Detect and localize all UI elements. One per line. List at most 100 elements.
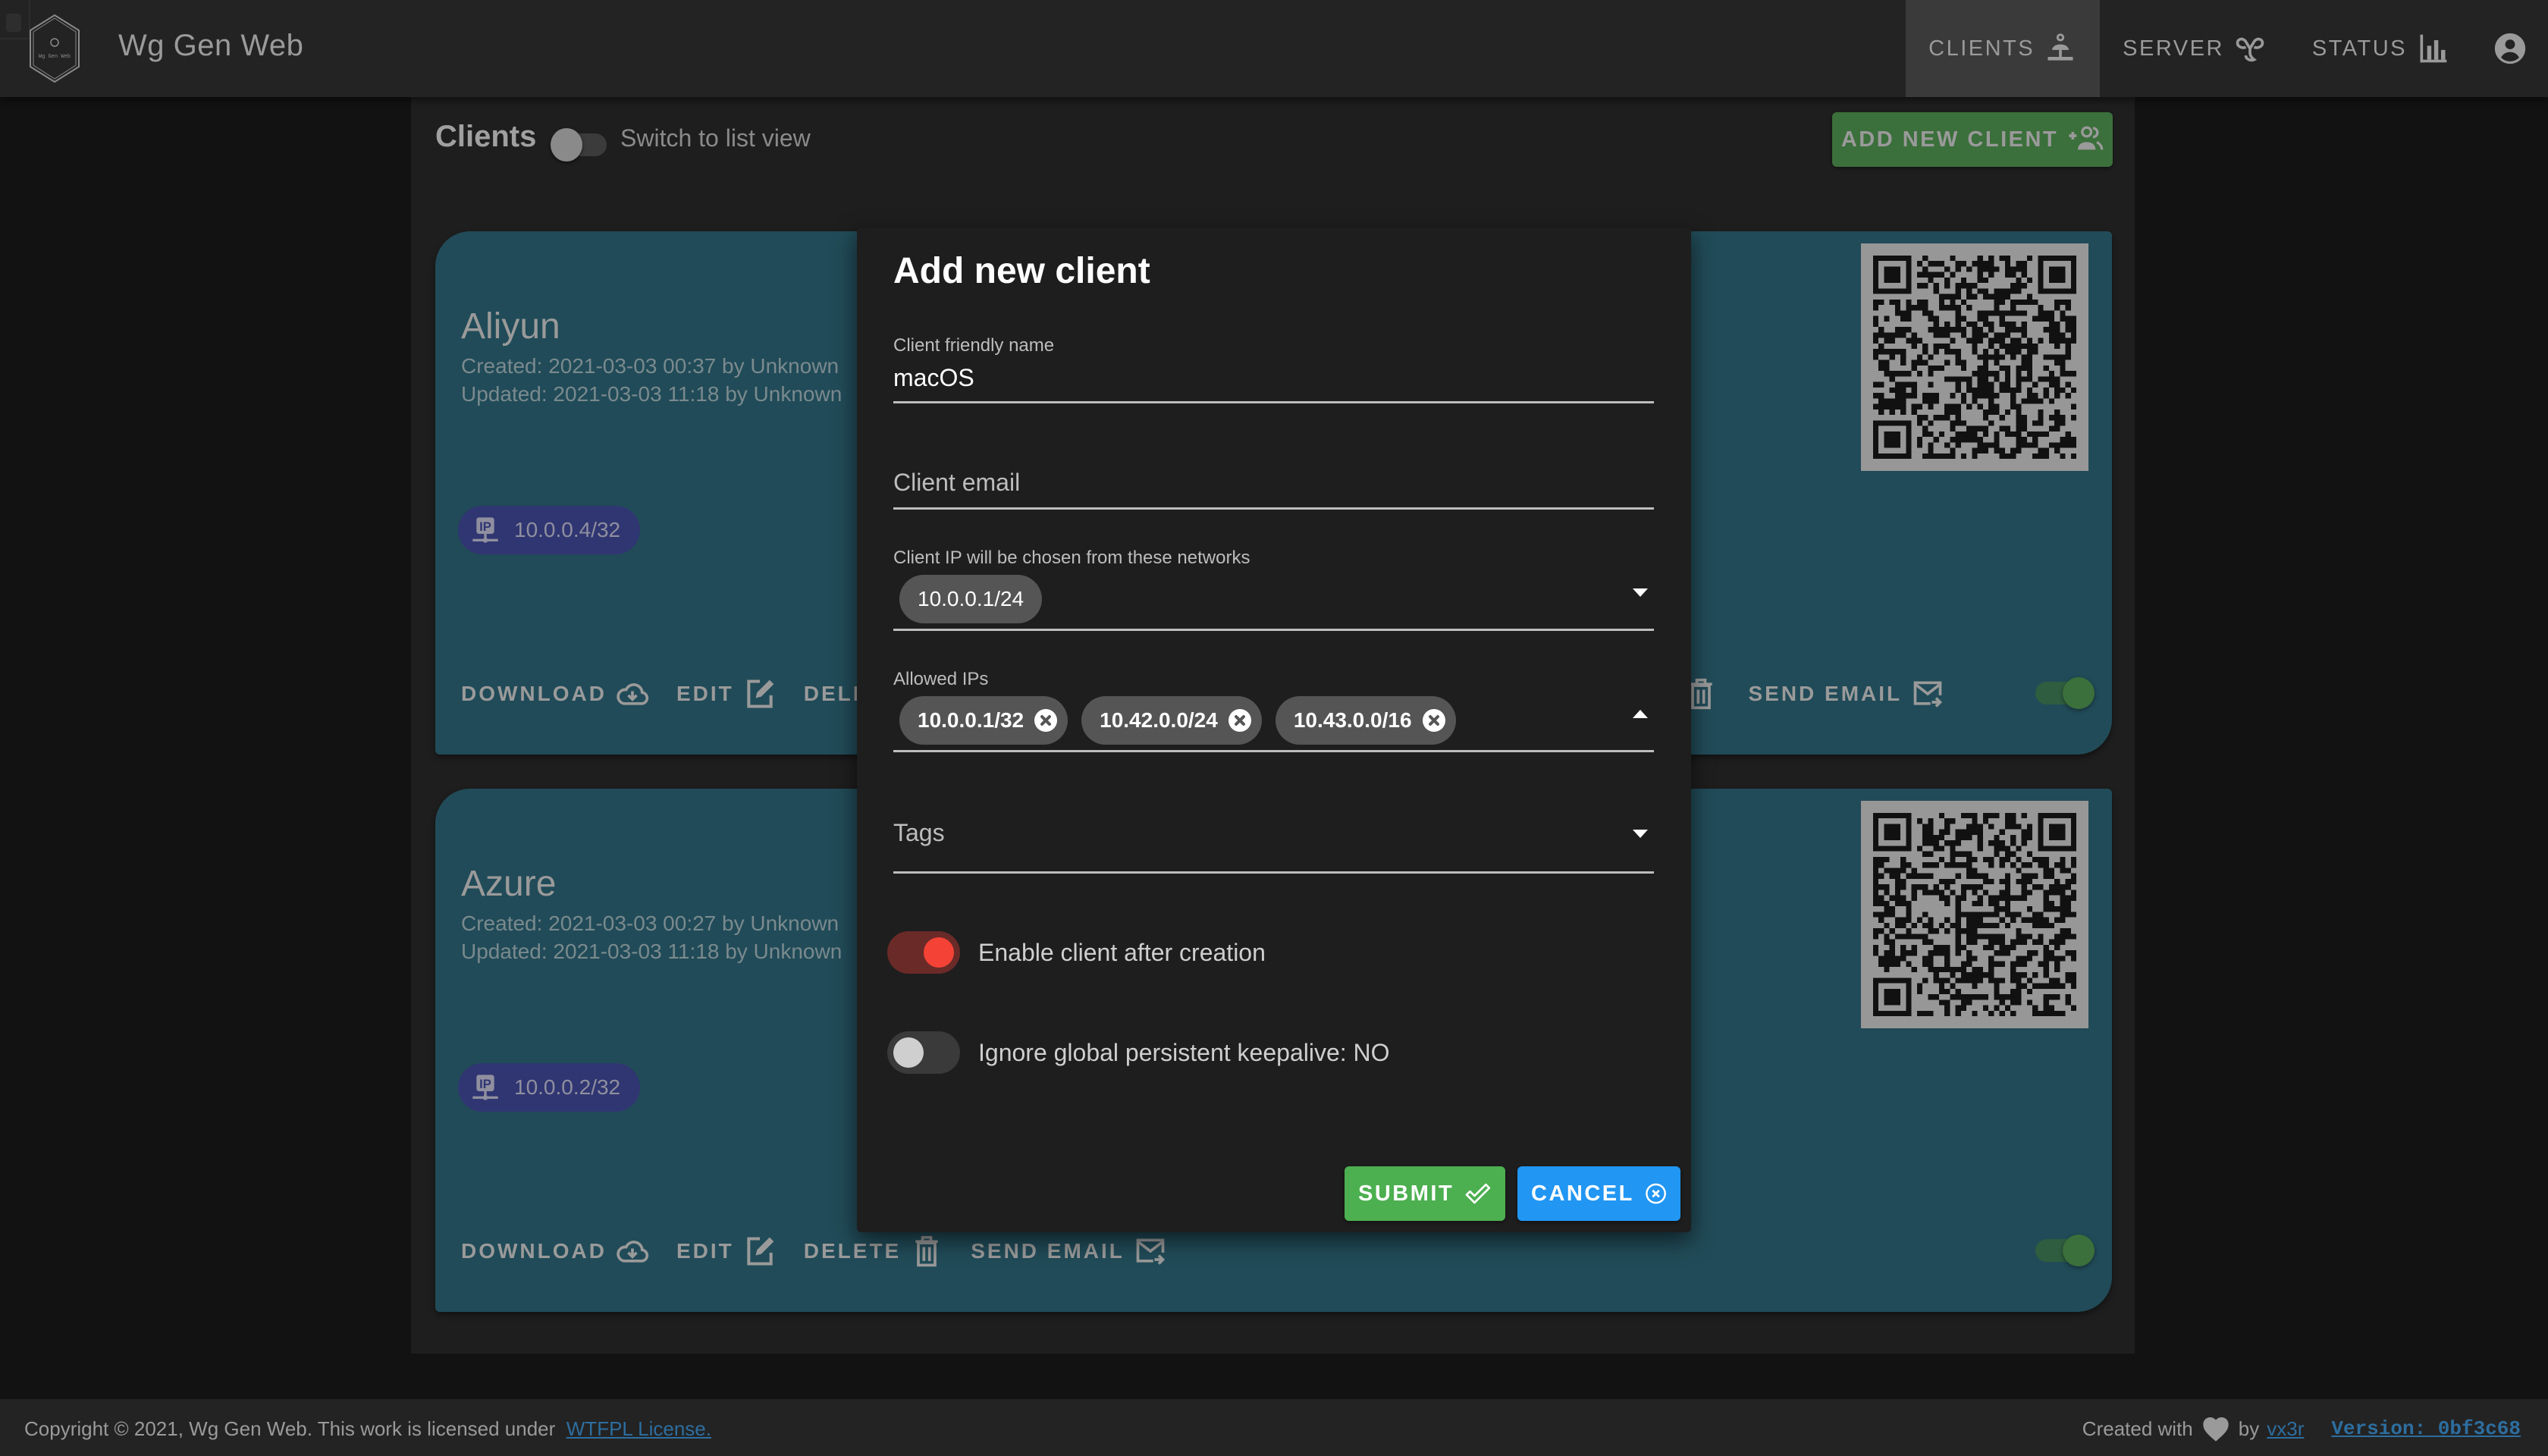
card-actions: DOWNLOAD EDIT DELETE SEND EMAIL: [461, 1227, 1167, 1276]
lan-icon: [2048, 33, 2073, 61]
client-networks-chips: 10.0.0.1/24: [899, 575, 1043, 623]
client-address: 10.0.0.2/32: [514, 1075, 621, 1099]
cancel-label: CANCEL: [1531, 1181, 1634, 1206]
allowed-ips-chips: 10.0.0.1/32 10.42.0.0/24 10.43.0.0/16: [899, 696, 1456, 745]
add-client-dialog: Add new client Client friendly name macO…: [857, 228, 1691, 1232]
version-link[interactable]: Version: 0bf3c68: [2331, 1417, 2521, 1440]
client-name-field[interactable]: Client friendly name macOS: [893, 334, 1654, 403]
page-title: Clients: [435, 120, 537, 153]
allowed-ips-select[interactable]: Allowed IPs 10.0.0.1/32 10.42.0.0/24 10.…: [893, 667, 1654, 752]
send-email-button[interactable]: SEND EMAIL: [1748, 677, 1944, 711]
app-bar: Wg Gen Web Wg Gen Web CLIENTS SERVER STA…: [0, 0, 2548, 97]
download-button[interactable]: DOWNLOAD: [461, 1235, 649, 1268]
created-with-text: Created with: [2082, 1417, 2193, 1440]
app-title: Wg Gen Web: [118, 29, 304, 62]
edit-label: EDIT: [676, 1239, 734, 1263]
footer-credits: Created with by vx3r Version: 0bf3c68: [2082, 1414, 2521, 1443]
submit-label: SUBMIT: [1358, 1181, 1454, 1206]
account-button[interactable]: [2472, 0, 2548, 97]
account-circle-icon: [2494, 33, 2526, 64]
chevron-up-icon[interactable]: [1633, 710, 1648, 718]
download-label: DOWNLOAD: [461, 682, 607, 705]
ip-network-icon: IP: [472, 1075, 498, 1100]
list-view-switch[interactable]: [551, 123, 607, 168]
client-networks-label: Client IP will be chosen from these netw…: [893, 548, 1250, 568]
cloud-download-icon: [617, 683, 649, 705]
close-circle-icon[interactable]: [1228, 709, 1251, 732]
qr-code-image: [1873, 256, 2076, 459]
svg-text:IP: IP: [479, 1077, 491, 1091]
tags-placeholder: Tags: [893, 819, 945, 846]
email-send-icon: [1913, 681, 1943, 708]
ignore-keepalive-label: Ignore global persistent keepalive: NO: [978, 1038, 1390, 1066]
account-plus-icon: [2069, 126, 2104, 150]
svg-text:Wg Gen Web: Wg Gen Web: [39, 54, 71, 60]
client-enabled-switch-thumb: [2063, 1235, 2095, 1266]
ignore-keepalive-switch[interactable]: [887, 1031, 960, 1074]
trash-icon: [915, 1235, 938, 1267]
client-name: Aliyun: [461, 306, 560, 347]
by-text: by: [2238, 1417, 2260, 1440]
add-new-client-label: ADD NEW CLIENT: [1840, 127, 2059, 152]
allowed-ip-chip-label: 10.42.0.0/24: [1100, 708, 1218, 732]
ip-network-icon: IP: [472, 517, 498, 543]
submit-button[interactable]: SUBMIT: [1345, 1166, 1505, 1221]
delete-button[interactable]: DELETE: [804, 1235, 943, 1268]
close-circle-icon[interactable]: [1034, 709, 1058, 732]
edit-button[interactable]: EDIT: [676, 1235, 777, 1268]
nav-clients[interactable]: CLIENTS: [1906, 0, 2101, 97]
tags-select[interactable]: Tags: [893, 811, 1654, 874]
client-email-field[interactable]: Client email: [893, 447, 1654, 510]
client-created: Created: 2021-03-03 00:37 by Unknown: [461, 354, 839, 378]
edit-label: EDIT: [676, 682, 734, 705]
enable-client-label: Enable client after creation: [978, 938, 1266, 966]
allowed-ip-chip-label: 10.43.0.0/16: [1293, 708, 1412, 732]
close-circle-outline-icon: [1646, 1183, 1666, 1204]
close-circle-icon[interactable]: [1422, 709, 1445, 732]
author-link[interactable]: vx3r: [2267, 1417, 2304, 1441]
dialog-actions: SUBMIT CANCEL: [1345, 1166, 1680, 1221]
corner-widget: [0, 0, 30, 39]
chevron-down-icon[interactable]: [1633, 830, 1648, 838]
client-name: Azure: [461, 864, 557, 904]
vpn-icon: [2236, 37, 2264, 62]
license-link[interactable]: WTFPL License.: [566, 1417, 711, 1440]
dialog-title: Add new client: [893, 251, 1150, 291]
delete-label: DELETE: [803, 1239, 902, 1263]
download-label: DOWNLOAD: [461, 1239, 607, 1263]
nav-server-label: SERVER: [2123, 36, 2224, 61]
client-name-input[interactable]: macOS: [893, 364, 974, 392]
svg-text:IP: IP: [479, 519, 491, 534]
client-address: 10.0.0.4/32: [514, 518, 621, 541]
allowed-ip-chip[interactable]: 10.0.0.1/32: [899, 696, 1068, 745]
add-new-client-button[interactable]: ADD NEW CLIENT: [1832, 112, 2113, 167]
nav-status[interactable]: STATUS: [2289, 0, 2472, 97]
cloud-download-icon: [617, 1241, 649, 1263]
allowed-ip-chip[interactable]: 10.42.0.0/24: [1081, 696, 1262, 745]
card-actions: DOWNLOAD EDIT DELET: [461, 670, 885, 718]
keepalive-row: Ignore global persistent keepalive: NO: [887, 1031, 1390, 1074]
allowed-ip-chip[interactable]: 10.43.0.0/16: [1275, 696, 1456, 745]
footer: Copyright © 2021, Wg Gen Web. This work …: [0, 1399, 2548, 1456]
network-chip[interactable]: 10.0.0.1/24: [899, 575, 1043, 623]
enable-client-switch[interactable]: [887, 931, 960, 974]
edit-button[interactable]: EDIT: [676, 677, 777, 711]
nav-server[interactable]: SERVER: [2100, 0, 2289, 97]
client-qr-code: [1861, 801, 2088, 1028]
client-enabled-switch[interactable]: [2035, 1232, 2098, 1269]
send-email-label: SEND EMAIL: [971, 1239, 1125, 1263]
app-logo-icon: Wg Gen Web: [30, 14, 80, 83]
download-button[interactable]: DOWNLOAD: [461, 677, 649, 711]
client-enabled-switch[interactable]: [2035, 674, 2098, 712]
enable-client-row: Enable client after creation: [887, 931, 1266, 974]
chevron-down-icon[interactable]: [1633, 588, 1648, 597]
heart-icon: [2203, 1417, 2229, 1442]
send-email-button[interactable]: SEND EMAIL: [971, 1235, 1167, 1268]
client-enabled-switch-thumb: [2063, 677, 2095, 709]
list-view-switch-label: Switch to list view: [620, 124, 811, 152]
send-email-label: SEND EMAIL: [1748, 682, 1903, 705]
nav-clients-label: CLIENTS: [1928, 36, 2035, 61]
copyright-text: Copyright © 2021, Wg Gen Web. This work …: [24, 1417, 556, 1440]
cancel-button[interactable]: CANCEL: [1517, 1166, 1680, 1221]
client-networks-select[interactable]: Client IP will be chosen from these netw…: [893, 546, 1654, 631]
